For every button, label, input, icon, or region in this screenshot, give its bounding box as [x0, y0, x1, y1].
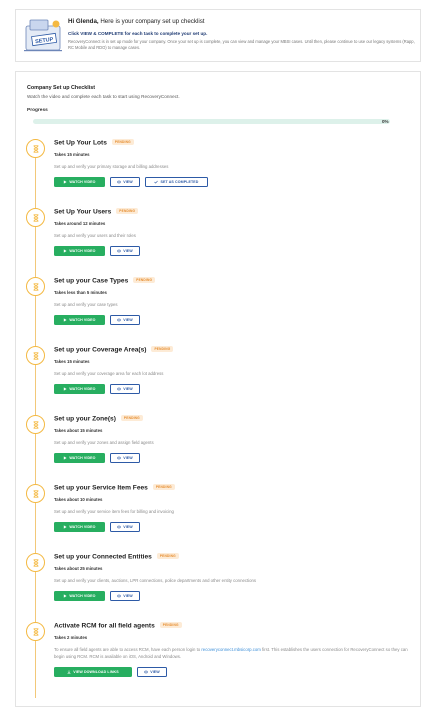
step-duration: Takes around 12 minutes — [54, 221, 106, 226]
step-description: Set up and verify your case types — [54, 302, 118, 307]
hourglass-icon — [26, 415, 45, 434]
eye-icon — [117, 594, 122, 598]
progress-bar — [33, 119, 390, 124]
setup-folder-icon: SETUP — [22, 16, 66, 56]
eye-icon — [144, 670, 149, 674]
step-duration: Takes 15 minutes — [54, 152, 90, 157]
hourglass-icon — [26, 208, 45, 227]
play-icon — [64, 594, 67, 598]
eye-icon — [117, 387, 122, 391]
view-button[interactable]: VIEW — [110, 591, 140, 601]
watch-video-button[interactable]: WATCH VIDEO — [54, 522, 105, 532]
checklist-card: Company Set up Checklist Watch the video… — [15, 71, 421, 707]
step-duration: Takes 15 minutes — [54, 359, 90, 364]
progress-label: Progress — [27, 108, 48, 113]
view-button[interactable]: VIEW — [110, 453, 140, 463]
status-badge: PENDING — [133, 277, 156, 283]
checklist-step-connected-entities: Set up your Connected Entities PENDING Ta… — [16, 551, 420, 611]
step-description: Set up and verify your clients, auctions… — [54, 578, 257, 583]
checklist-step-case-types: Set up your Case Types PENDING Takes less… — [16, 275, 420, 335]
hourglass-icon — [26, 139, 45, 158]
status-badge: PENDING — [159, 622, 182, 628]
eye-icon — [117, 525, 122, 529]
eye-icon — [117, 456, 122, 460]
status-badge: PENDING — [151, 346, 174, 352]
step-description: Set up and verify your primary storage a… — [54, 164, 169, 169]
hourglass-icon — [26, 346, 45, 365]
setup-header-card: SETUP Hi Glenda, Here is your company se… — [15, 9, 421, 62]
eye-icon — [117, 180, 122, 184]
checklist-step-lots: Set Up Your Lots PENDING Takes 15 minutes… — [16, 137, 420, 197]
step-title: Set up your Service Item Fees PENDING — [54, 484, 175, 491]
step-title: Set Up Your Users PENDING — [54, 208, 139, 215]
status-badge: PENDING — [152, 484, 175, 490]
checklist-step-coverage-areas: Set up your Coverage Area(s) PENDING Take… — [16, 344, 420, 404]
eye-icon — [117, 318, 122, 322]
view-button[interactable]: VIEW — [110, 315, 140, 325]
hourglass-icon — [26, 622, 45, 641]
step-title: Set up your Connected Entities PENDING — [54, 553, 179, 560]
view-button[interactable]: VIEW — [110, 384, 140, 394]
play-icon — [64, 180, 67, 184]
rcm-login-link[interactable]: recoveryconnect.mbsicorp.com — [201, 647, 260, 652]
step-title: Set up your Zone(s) PENDING — [54, 415, 143, 422]
step-title: Activate RCM for all field agents PENDING — [54, 622, 182, 629]
status-badge: PENDING — [116, 208, 139, 214]
checklist-step-service-item-fees: Set up your Service Item Fees PENDING Tak… — [16, 482, 420, 542]
status-badge: PENDING — [156, 553, 179, 559]
step-duration: Takes less than 5 minutes — [54, 290, 107, 295]
checklist-step-zones: Set up your Zone(s) PENDING Takes about 1… — [16, 413, 420, 473]
greeting-text: Hi Glenda, Here is your company set up c… — [68, 18, 205, 25]
set-as-completed-button[interactable]: SET AS COMPLETED — [145, 177, 208, 187]
play-icon — [64, 249, 67, 253]
checklist-subtitle: Watch the video and complete each task t… — [27, 94, 180, 99]
step-description: Set up and verify your zones and assign … — [54, 440, 154, 445]
play-icon — [64, 456, 67, 460]
progress-percent: 0% — [382, 119, 389, 124]
checklist-step-users: Set Up Your Users PENDING Takes around 12… — [16, 206, 420, 266]
eye-icon — [117, 249, 122, 253]
play-icon — [64, 318, 67, 322]
instruction-text: Click VIEW & COMPLETE for each task to c… — [68, 31, 208, 36]
step-description: Set up and verify your service item fees… — [54, 509, 174, 514]
watch-video-button[interactable]: WATCH VIDEO — [54, 453, 105, 463]
intro-text: RecoveryConnect is in set up mode for yo… — [68, 39, 415, 50]
step-description: Set up and verify your users and their r… — [54, 233, 136, 238]
step-title: Set up your Case Types PENDING — [54, 277, 156, 284]
hourglass-icon — [26, 277, 45, 296]
step-duration: Takes 2 minutes — [54, 635, 88, 640]
step-duration: Takes about 15 minutes — [54, 428, 103, 433]
watch-video-button[interactable]: WATCH VIDEO — [54, 384, 105, 394]
view-button[interactable]: VIEW — [110, 246, 140, 256]
view-button[interactable]: VIEW — [110, 177, 140, 187]
step-description: Set up and verify your coverage area for… — [54, 371, 164, 376]
status-badge: PENDING — [120, 415, 143, 421]
play-icon — [64, 387, 67, 391]
watch-video-button[interactable]: WATCH VIDEO — [54, 591, 105, 601]
hourglass-icon — [26, 484, 45, 503]
view-download-links-button[interactable]: VIEW DOWNLOAD LINKS — [54, 667, 132, 677]
play-icon — [64, 525, 67, 529]
watch-video-button[interactable]: WATCH VIDEO — [54, 315, 105, 325]
step-title: Set Up Your Lots PENDING — [54, 139, 134, 146]
step-duration: Takes about 25 minutes — [54, 566, 103, 571]
checklist-title: Company Set up Checklist — [27, 85, 95, 91]
status-badge: PENDING — [111, 139, 134, 145]
watch-video-button[interactable]: WATCH VIDEO — [54, 246, 105, 256]
checklist-step-activate-rcm: Activate RCM for all field agents PENDING… — [16, 620, 420, 690]
view-button[interactable]: VIEW — [110, 522, 140, 532]
step-description: To ensure all field agents are able to a… — [54, 647, 408, 659]
download-icon — [67, 670, 71, 674]
view-button[interactable]: VIEW — [137, 667, 167, 677]
hourglass-icon — [26, 553, 45, 572]
step-title: Set up your Coverage Area(s) PENDING — [54, 346, 174, 353]
step-duration: Takes about 10 minutes — [54, 497, 103, 502]
watch-video-button[interactable]: WATCH VIDEO — [54, 177, 105, 187]
check-icon — [154, 180, 159, 184]
